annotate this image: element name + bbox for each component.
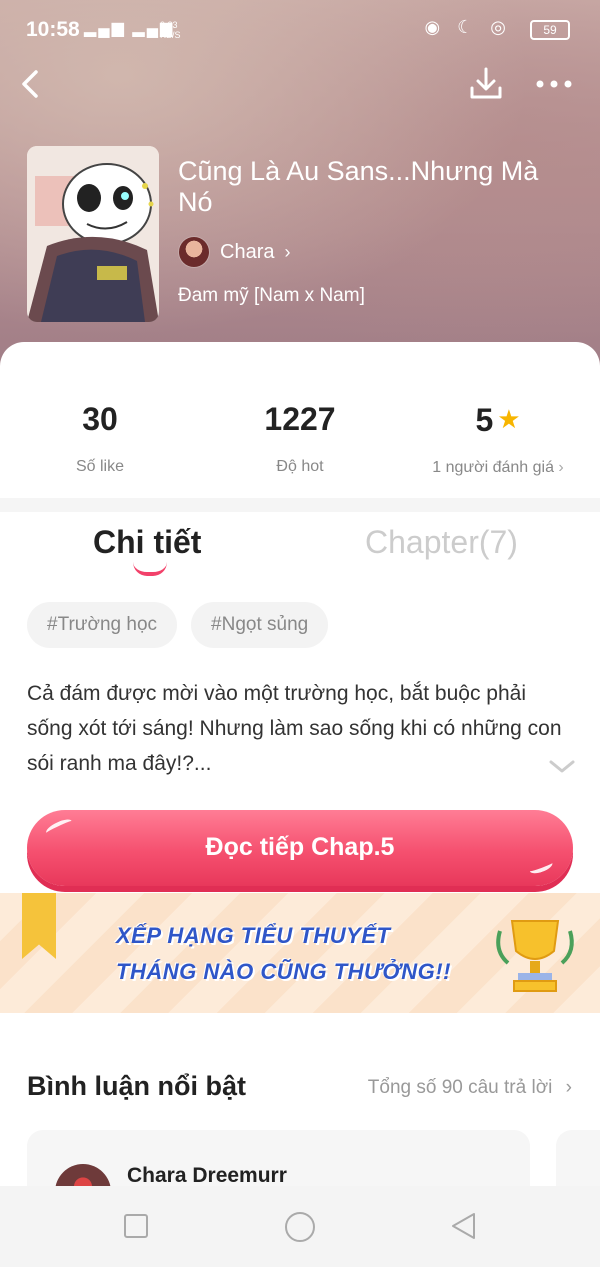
comments-count-label: Tổng số 90 câu trả lời: [367, 1077, 553, 1098]
status-time: 10:58: [26, 18, 80, 41]
network-speed: 0.23 KB/S: [160, 20, 181, 40]
download-button[interactable]: [466, 64, 506, 104]
book-genre: Đam mỹ [Nam x Nam]: [178, 285, 365, 306]
more-horizontal-icon: [536, 80, 572, 88]
battery-icon: 59: [530, 20, 570, 40]
home-button[interactable]: [283, 1210, 315, 1242]
stat-likes: 30 Số like: [0, 400, 200, 476]
chevron-down-icon: [549, 760, 575, 773]
button-shine: [44, 816, 74, 838]
network-speed-unit: KB/S: [160, 30, 181, 40]
star-icon: ★: [497, 404, 521, 434]
all-comments-link[interactable]: Tổng số 90 câu trả lời ›: [368, 1077, 572, 1099]
author-link[interactable]: Chara ›: [178, 235, 290, 269]
detail-sheet: 30 Số like 1227 Độ hot 5 ★ 1 người đánh g…: [0, 342, 600, 1267]
rating-count-label: 1 người đánh giá: [432, 459, 554, 476]
download-icon: [470, 67, 502, 99]
tag-list: #Trường học #Ngọt sủng: [27, 602, 329, 648]
stats-row: 30 Số like 1227 Độ hot 5 ★ 1 người đánh g…: [0, 342, 600, 498]
chevron-left-icon: [22, 70, 38, 98]
chevron-right-icon: ›: [284, 241, 291, 262]
back-button[interactable]: [12, 64, 52, 104]
book-cover: [27, 146, 159, 322]
square-icon: [124, 1214, 148, 1238]
trophy-icon: [496, 920, 574, 992]
tab-detail[interactable]: Chi tiết: [93, 524, 201, 561]
book-title: Cũng Là Au Sans...Nhưng Mà Nó: [178, 156, 539, 217]
button-shine: [528, 858, 554, 876]
tab-chapter[interactable]: Chapter(7): [365, 524, 518, 561]
featured-comments-heading: Bình luận nổi bật: [27, 1071, 246, 1101]
status-bar: 10:58 ▂▄▆ ▂▄▆ 0.23 KB/S ◉ ☾ ◎ 59: [0, 0, 600, 60]
likes-count: 30: [82, 401, 118, 437]
banner-line-1: XẾP HẠNG TIỂU THUYẾT: [116, 923, 391, 948]
author-name: Chara: [220, 240, 275, 263]
recent-apps-button[interactable]: [120, 1210, 152, 1242]
triangle-back-icon: [452, 1213, 475, 1239]
tag-chip[interactable]: #Ngọt sủng: [191, 602, 329, 648]
chevron-right-icon: ›: [558, 459, 564, 476]
ranking-promo-banner[interactable]: XẾP HẠNG TIỂU THUYẾT THÁNG NÀO CŨNG THƯỞ…: [0, 893, 600, 1013]
stat-hot: 1227 Độ hot: [200, 400, 400, 476]
chevron-right-icon: ›: [565, 1077, 572, 1098]
network-speed-value: 0.23: [160, 20, 178, 30]
continue-reading-label: Đọc tiếp Chap.5: [205, 833, 395, 861]
tag-chip[interactable]: #Trường học: [27, 602, 178, 648]
back-nav-button[interactable]: [448, 1210, 480, 1242]
system-navigation-bar: [0, 1186, 600, 1267]
hot-count: 1227: [264, 401, 336, 437]
hot-label: Độ hot: [276, 458, 324, 475]
rating-value: 5: [475, 402, 494, 438]
tab-bar: Chi tiết Chapter(7): [0, 524, 600, 584]
bookmark-ribbon-icon: [22, 893, 56, 959]
status-icons: ◉ ☾ ◎: [424, 17, 512, 37]
book-description: Cả đám được mời vào một trường học, bắt …: [27, 682, 562, 775]
author-avatar: [178, 236, 210, 268]
stat-rating[interactable]: 5 ★ 1 người đánh giá ›: [398, 400, 598, 477]
comment-author: Chara Dreemurr: [127, 1164, 287, 1187]
expand-description-button[interactable]: [548, 754, 576, 782]
banner-line-2: THÁNG NÀO CŨNG THƯỞNG!!: [116, 959, 451, 984]
more-options-button[interactable]: [532, 64, 576, 104]
likes-label: Số like: [75, 458, 125, 475]
continue-reading-button[interactable]: Đọc tiếp Chap.5: [27, 810, 573, 886]
section-divider: [0, 498, 600, 512]
circle-icon: [285, 1212, 315, 1242]
cover-illustration: [27, 146, 159, 322]
